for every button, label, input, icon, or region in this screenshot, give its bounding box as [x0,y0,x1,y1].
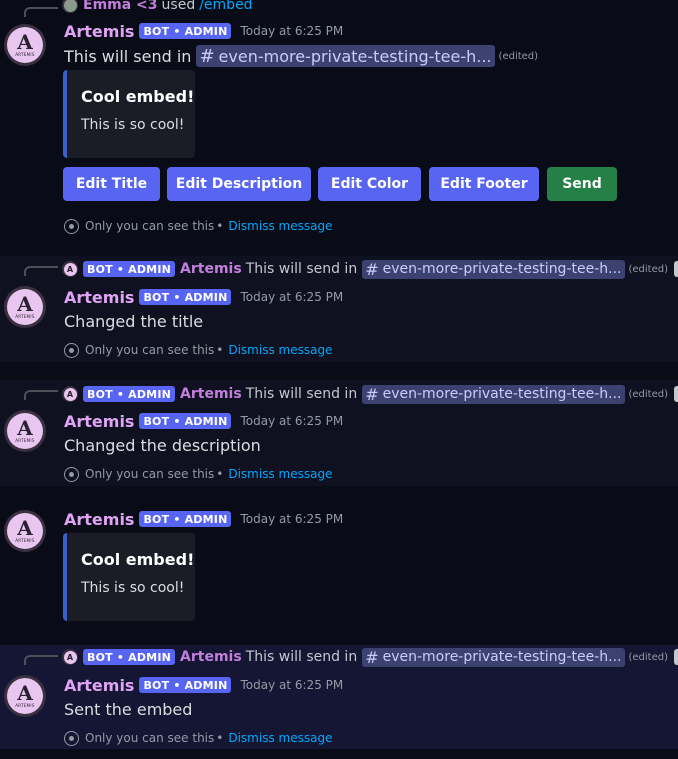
reply-used-text: used [161,0,196,13]
reply-avatar: A [62,386,78,402]
avatar[interactable]: A ARTEMIS [4,286,46,328]
bot-admin-badge: BOT • ADMIN [83,649,176,665]
dismiss-message-link[interactable]: Dismiss message [228,731,332,745]
reply-username[interactable]: Artemis [180,386,242,402]
message-content: This will send in # even-more-private-tes… [64,45,539,67]
message-content: Changed the title [64,311,204,331]
message-header: Artemis BOT • ADMIN Today at 6:25 PM [64,674,343,696]
edit-title-button[interactable]: Edit Title [63,167,160,201]
avatar[interactable]: A ARTEMIS [4,675,46,717]
reply-username[interactable]: Emma <3 [83,0,158,13]
embed-card: Cool embed! This is so cool! [63,533,195,621]
reply-avatar: A [62,649,78,665]
channel-mention[interactable]: # even-more-private-testing-tee-h... [362,384,625,404]
slash-command-icon: / [674,386,678,402]
eye-icon [64,466,79,482]
reply-username[interactable]: Artemis [180,649,242,665]
message-header: Artemis BOT • ADMIN Today at 6:25 PM [64,20,343,42]
reply-connector [24,266,58,276]
dismiss-message-link[interactable]: Dismiss message [228,219,332,233]
bot-admin-badge: BOT • ADMIN [139,677,232,693]
avatar[interactable]: A ARTEMIS [4,24,46,66]
channel-mention[interactable]: # even-more-private-testing-tee-h... [196,45,495,67]
bot-admin-badge: BOT • ADMIN [83,386,176,402]
message-2: A BOT • ADMIN Artemis This will send in … [0,256,678,362]
timestamp[interactable]: Today at 6:25 PM [240,290,343,304]
reply-preview[interactable]: A BOT • ADMIN Artemis This will send in … [62,259,678,279]
bot-admin-badge: BOT • ADMIN [83,261,176,277]
embed-card: Cool embed! This is so cool! [63,70,195,158]
message-content: Changed the description [64,435,261,455]
edit-description-button[interactable]: Edit Description [167,167,311,201]
ephemeral-notice: Only you can see this • Dismiss message [64,730,332,746]
send-button[interactable]: Send [547,167,617,201]
reply-username[interactable]: Artemis [180,261,242,277]
reply-connector [24,655,58,665]
edit-color-button[interactable]: Edit Color [318,167,421,201]
reply-preview[interactable]: A BOT • ADMIN Artemis This will send in … [62,384,678,404]
message-4: A ARTEMIS Artemis BOT • ADMIN Today at 6:… [0,500,678,630]
timestamp[interactable]: Today at 6:25 PM [240,24,343,38]
bot-name[interactable]: Artemis [64,510,134,529]
message-5: A BOT • ADMIN Artemis This will send in … [0,645,678,749]
eye-icon [64,218,79,234]
avatar[interactable]: A ARTEMIS [4,410,46,452]
message-1: Emma <3 used /embed A ARTEMIS Artemis BOT… [0,0,678,246]
message-header: Artemis BOT • ADMIN Today at 6:25 PM [64,508,343,530]
ephemeral-notice: Only you can see this • Dismiss message [64,466,332,482]
reply-preview[interactable]: A BOT • ADMIN Artemis This will send in … [62,647,678,667]
channel-mention[interactable]: # even-more-private-testing-tee-h... [362,647,625,667]
bot-name[interactable]: Artemis [64,22,134,41]
reply-connector [24,7,58,17]
timestamp[interactable]: Today at 6:25 PM [240,678,343,692]
reply-connector [24,390,58,400]
hash-icon: # [199,45,215,67]
message-header: Artemis BOT • ADMIN Today at 6:25 PM [64,286,343,308]
hash-icon: # [365,384,379,404]
embed-title: Cool embed! [81,87,195,106]
reply-preview[interactable]: Emma <3 used /embed [62,0,253,14]
ephemeral-notice: Only you can see this • Dismiss message [64,218,332,234]
timestamp[interactable]: Today at 6:25 PM [240,512,343,526]
avatar[interactable]: A ARTEMIS [4,510,46,552]
bot-admin-badge: BOT • ADMIN [139,511,232,527]
message-3: A BOT • ADMIN Artemis This will send in … [0,380,678,486]
eye-icon [64,730,79,746]
bot-admin-badge: BOT • ADMIN [139,413,232,429]
bot-name[interactable]: Artemis [64,412,134,431]
slash-command-icon: / [674,649,678,665]
ephemeral-notice: Only you can see this • Dismiss message [64,342,332,358]
timestamp[interactable]: Today at 6:25 PM [240,414,343,428]
bot-admin-badge: BOT • ADMIN [139,289,232,305]
dismiss-message-link[interactable]: Dismiss message [228,467,332,481]
reply-command[interactable]: /embed [199,0,252,13]
eye-icon [64,342,79,358]
embed-title: Cool embed! [81,550,195,569]
message-header: Artemis BOT • ADMIN Today at 6:25 PM [64,410,343,432]
channel-mention[interactable]: # even-more-private-testing-tee-h... [362,259,625,279]
bot-name[interactable]: Artemis [64,676,134,695]
edit-footer-button[interactable]: Edit Footer [429,167,539,201]
message-content: Sent the embed [64,699,193,719]
hash-icon: # [365,647,379,667]
bot-name[interactable]: Artemis [64,288,134,307]
button-row: Edit Title Edit Description Edit Color E… [0,167,678,201]
edited-label: (edited) [498,50,539,62]
slash-command-icon: / [674,261,678,277]
dismiss-message-link[interactable]: Dismiss message [228,343,332,357]
embed-description: This is so cool! [81,117,185,133]
reply-avatar [62,0,78,13]
reply-avatar: A [62,261,78,277]
embed-description: This is so cool! [81,580,185,596]
hash-icon: # [365,259,379,279]
bot-admin-badge: BOT • ADMIN [139,23,232,39]
